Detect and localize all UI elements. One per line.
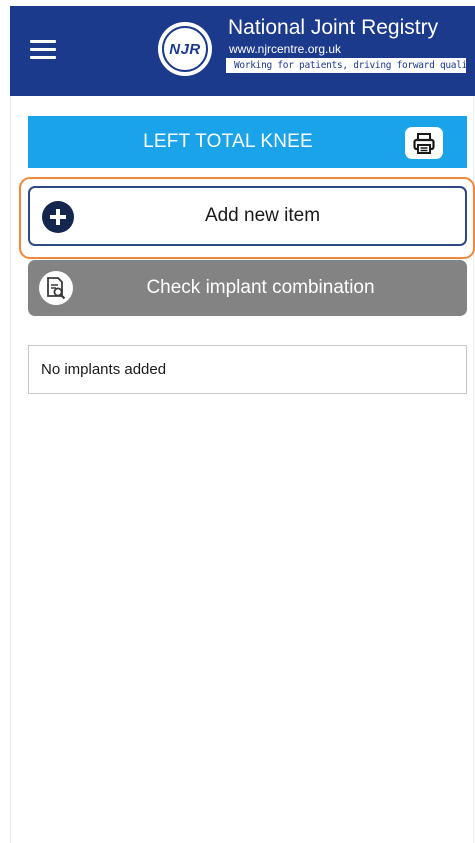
implant-list: No implants added <box>28 345 467 394</box>
njr-badge: NJR <box>158 22 212 76</box>
app-page: NJR National Joint Registry www.njrcentr… <box>0 0 475 843</box>
njr-logo: NJR National Joint Registry www.njrcentr… <box>156 16 475 82</box>
check-implant-combination-button[interactable]: Check implant combination <box>28 260 467 316</box>
logo-tagline: Working for patients, driving forward qu… <box>226 58 475 73</box>
add-new-item-button[interactable]: Add new item <box>28 186 467 246</box>
njr-badge-text: NJR <box>169 40 201 58</box>
procedure-bar: LEFT TOTAL KNEE <box>28 116 467 168</box>
implant-list-empty-message: No implants added <box>41 361 167 378</box>
app-header: NJR National Joint Registry www.njrcentr… <box>10 6 475 96</box>
content-left-border <box>10 96 11 843</box>
procedure-title: LEFT TOTAL KNEE <box>143 131 313 152</box>
print-button[interactable] <box>405 127 443 159</box>
logo-url: www.njrcentre.org.uk <box>229 42 342 56</box>
printer-icon <box>413 133 435 154</box>
add-new-item-label: Add new item <box>204 205 321 226</box>
hamburger-menu-icon[interactable] <box>30 38 56 60</box>
logo-title: National Joint Registry <box>228 16 439 39</box>
check-implant-combination-label: Check implant combination <box>146 277 375 298</box>
